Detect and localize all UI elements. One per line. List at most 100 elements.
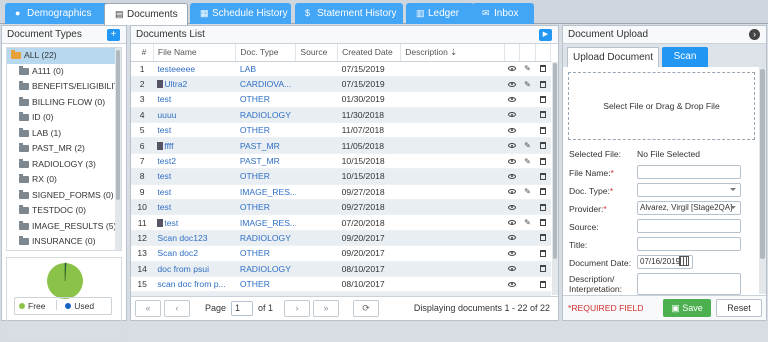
add-document-type-button[interactable]: + <box>107 29 120 41</box>
tab-scan[interactable]: Scan <box>662 47 708 67</box>
prev-page-button[interactable]: ‹ <box>164 300 190 317</box>
documents-scrollbar[interactable] <box>552 62 558 295</box>
delete-action-cell[interactable] <box>535 122 551 139</box>
file-name-link[interactable]: test <box>153 91 236 108</box>
view-eye-icon[interactable] <box>508 220 517 226</box>
file-name-link[interactable]: test <box>153 214 236 231</box>
file-name-link[interactable]: test <box>153 199 236 216</box>
view-eye-icon[interactable] <box>508 81 517 87</box>
collapse-panel-icon[interactable]: › <box>749 29 760 40</box>
view-action-cell[interactable] <box>504 61 520 77</box>
trash-icon[interactable] <box>539 280 546 288</box>
view-action-cell[interactable] <box>504 184 520 201</box>
tree-item[interactable]: BENEFITS/ELIGIBILIT... <box>7 79 121 95</box>
tree-item[interactable]: BILLING FLOW (0) <box>7 95 121 111</box>
table-row[interactable]: 7 test2 PAST_MR 10/15/2018 ✎ <box>131 153 551 170</box>
table-row[interactable]: 5 test OTHER 11/07/2018 <box>131 122 551 139</box>
view-eye-icon[interactable] <box>508 189 517 195</box>
delete-action-cell[interactable] <box>535 261 551 277</box>
edit-pencil-icon[interactable]: ✎ <box>524 64 531 73</box>
delete-action-cell[interactable] <box>535 153 551 170</box>
table-row[interactable]: 4 uuuu RADIOLOGY 11/30/2018 <box>131 107 551 124</box>
source-input[interactable] <box>637 219 741 233</box>
edit-action-cell[interactable]: ✎ <box>519 137 536 154</box>
delete-action-cell[interactable] <box>535 107 551 124</box>
view-eye-icon[interactable] <box>508 112 517 118</box>
view-eye-icon[interactable] <box>508 173 517 179</box>
file-name-link[interactable]: ffff <box>153 137 236 154</box>
tree-item[interactable]: RADIOLOGY (3) <box>7 157 121 173</box>
trash-icon[interactable] <box>539 172 546 180</box>
tab-ledger[interactable]: ▥ Ledger <box>406 3 474 24</box>
table-row[interactable]: 15 scan doc from p... OTHER 08/10/2017 <box>131 276 551 293</box>
file-name-link[interactable]: scan doc from p... <box>153 276 236 293</box>
trash-icon[interactable] <box>539 80 546 88</box>
calendar-picker-icon[interactable] <box>679 256 689 266</box>
view-eye-icon[interactable] <box>508 96 517 102</box>
table-row[interactable]: 6 ffff PAST_MR 11/05/2018 ✎ <box>131 137 551 154</box>
page-number-input[interactable]: 1 <box>231 301 253 316</box>
delete-action-cell[interactable] <box>535 276 551 293</box>
trash-icon[interactable] <box>539 219 546 227</box>
tree-item[interactable]: LAB (1) <box>7 126 121 142</box>
delete-action-cell[interactable] <box>535 137 551 154</box>
tree-item[interactable]: IMAGE_RESULTS (5) <box>7 219 121 235</box>
edit-action-cell[interactable]: ✎ <box>519 214 536 231</box>
view-eye-icon[interactable] <box>508 235 517 241</box>
view-action-cell[interactable] <box>504 76 520 93</box>
file-name-link[interactable]: uuuu <box>153 107 236 124</box>
documents-scroll-thumb[interactable] <box>553 63 557 259</box>
tab-documents[interactable]: ▤ Documents <box>104 3 188 25</box>
table-row[interactable]: 11 test IMAGE_RES... 07/20/2018 ✎ <box>131 214 551 231</box>
delete-action-cell[interactable] <box>535 61 551 77</box>
file-name-link[interactable]: test <box>153 184 236 201</box>
delete-action-cell[interactable] <box>535 168 551 185</box>
delete-action-cell[interactable] <box>535 184 551 201</box>
view-action-cell[interactable] <box>504 153 520 170</box>
file-name-link[interactable]: Scan doc2 <box>153 245 236 262</box>
file-drop-zone[interactable]: Select File or Drag & Drop File <box>568 72 755 140</box>
column-header[interactable]: Description ⇣ <box>400 44 506 62</box>
column-header[interactable]: Created Date <box>337 44 402 62</box>
view-action-cell[interactable] <box>504 214 520 231</box>
reset-button[interactable]: Reset <box>716 299 762 317</box>
delete-action-cell[interactable] <box>535 76 551 93</box>
title-input[interactable] <box>637 237 741 251</box>
table-row[interactable]: 8 test OTHER 10/15/2018 <box>131 168 551 185</box>
tree-item[interactable]: TESTDOC (0) <box>7 203 121 219</box>
view-action-cell[interactable] <box>504 122 520 139</box>
column-header[interactable]: File Name <box>153 44 237 62</box>
upload-scroll-thumb[interactable] <box>760 69 765 259</box>
tree-item[interactable]: INSURANCE (0) <box>7 234 121 250</box>
view-action-cell[interactable] <box>504 276 520 293</box>
tab-demographics[interactable]: ● Demographics <box>5 3 120 24</box>
delete-action-cell[interactable] <box>535 245 551 262</box>
edit-pencil-icon[interactable]: ✎ <box>524 218 531 227</box>
file-name-link[interactable]: doc from psui <box>153 261 236 277</box>
edit-action-cell[interactable]: ✎ <box>519 61 536 77</box>
delete-action-cell[interactable] <box>535 230 551 247</box>
view-eye-icon[interactable] <box>508 143 517 149</box>
trash-icon[interactable] <box>539 65 546 73</box>
trash-icon[interactable] <box>539 95 546 103</box>
description-textarea[interactable] <box>637 273 741 295</box>
tree-item[interactable]: RX (0) <box>7 172 121 188</box>
table-row[interactable]: 13 Scan doc2 OTHER 09/20/2017 <box>131 245 551 262</box>
tree-item[interactable]: A111 (0) <box>7 64 121 80</box>
view-action-cell[interactable] <box>504 261 520 277</box>
file-name-link[interactable]: Ultra2 <box>153 76 236 93</box>
file-name-input[interactable] <box>637 165 741 179</box>
edit-action-cell[interactable]: ✎ <box>519 153 536 170</box>
file-name-link[interactable]: Scan doc123 <box>153 230 236 247</box>
refresh-button[interactable]: ⟳ <box>353 300 379 317</box>
view-action-cell[interactable] <box>504 245 520 262</box>
trash-icon[interactable] <box>539 203 546 211</box>
edit-pencil-icon[interactable]: ✎ <box>524 80 531 89</box>
view-eye-icon[interactable] <box>508 266 517 272</box>
tab-inbox[interactable]: ✉ Inbox <box>472 3 534 24</box>
view-action-cell[interactable] <box>504 168 520 185</box>
table-row[interactable]: 2 Ultra2 CARDIOVA... 07/15/2019 ✎ <box>131 76 551 93</box>
tree-item[interactable]: PAST_MR (2) <box>7 141 121 157</box>
view-action-cell[interactable] <box>504 137 520 154</box>
view-eye-icon[interactable] <box>508 281 517 287</box>
